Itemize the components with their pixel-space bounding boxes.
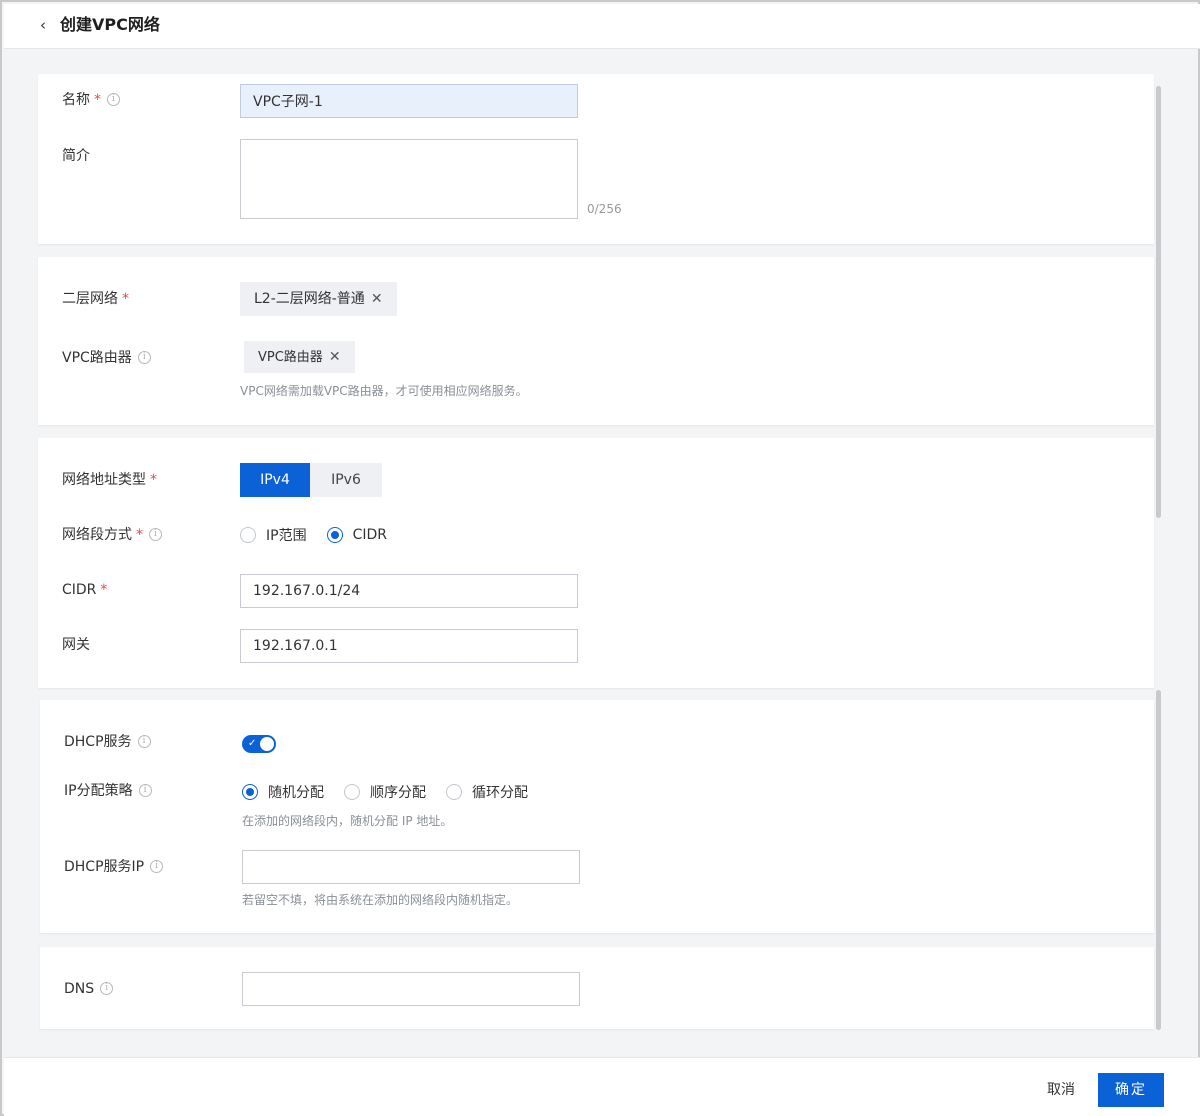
footer-bar: 取消 确定 [4,1057,1200,1116]
strategy-round-robin[interactable]: 循环分配 [446,782,528,802]
vpc-router-label: VPC路由器 i [62,348,151,368]
chevron-left-icon[interactable]: ‹ [40,16,54,34]
info-icon[interactable]: i [138,783,152,797]
check-icon: ✓ [248,738,257,749]
toggle-knob [260,737,274,751]
radio-button[interactable] [344,784,360,800]
strategy-random[interactable]: 随机分配 [242,782,324,802]
method-ip-range[interactable]: IP范围 [240,525,307,545]
dns-card: DNS i [40,947,1154,1029]
confirm-button[interactable]: 确定 [1098,1073,1164,1107]
dns-label: DNS i [64,979,114,999]
address-type-label: 网络地址类型 * [62,472,157,488]
radio-button[interactable] [326,527,343,543]
radio-button[interactable] [446,784,462,800]
close-icon[interactable]: ✕ [371,291,383,307]
info-icon[interactable]: i [100,981,114,995]
l2-network-tag[interactable]: L2-二层网络-普通 ✕ [240,282,397,316]
intro-label: 简介 [62,148,90,164]
cidr-label: CIDR * [62,582,108,598]
required-marker: * [136,527,143,543]
gateway-label: 网关 [62,637,90,653]
cidr-input[interactable] [240,574,578,608]
address-card: 网络地址类型 * IPv4 IPv6 网络段方式 * i IP范围 CIDR CIDR… [38,438,1154,688]
radio-button[interactable] [242,784,258,800]
segment-method-label: 网络段方式 * i [62,525,162,545]
info-icon[interactable]: i [137,350,151,364]
vpc-router-tag[interactable]: VPC路由器 ✕ [244,341,355,373]
ipv6-option[interactable]: IPv6 [310,463,382,497]
ip-strategy-hint: 在添加的网络段内，随机分配 IP 地址。 [242,814,453,828]
ip-strategy-group: 随机分配 顺序分配 循环分配 [242,782,548,802]
dhcp-ip-label: DHCP服务IP i [64,857,164,877]
page-header: ‹ 创建VPC网络 [4,4,1200,49]
required-marker: * [150,472,157,488]
required-marker: * [122,291,129,307]
dhcp-card: DHCP服务 i ✓ IP分配策略 i 随机分配 顺序分配 循环分配 在添加的网络段… [40,700,1154,933]
dns-input[interactable] [242,972,580,1006]
network-card: 二层网络 * L2-二层网络-普通 ✕ VPC路由器 i VPC路由器 ✕ VPC网络需… [38,257,1154,425]
method-cidr[interactable]: CIDR [326,527,387,543]
info-icon[interactable]: i [150,859,164,873]
strategy-sequential[interactable]: 顺序分配 [344,782,426,802]
gateway-input[interactable] [240,629,578,663]
segment-method-group: IP范围 CIDR [240,525,407,545]
info-icon[interactable]: i [137,734,151,748]
required-marker: * [94,92,101,108]
l2-network-tag-label: L2-二层网络-普通 [254,291,365,307]
intro-textarea[interactable] [240,139,578,219]
name-label: 名称 * i [62,90,120,110]
dhcp-ip-hint: 若留空不填，将由系统在添加的网络段内随机指定。 [242,893,519,907]
basic-info-card: 名称*i 简介 0/256 [38,74,1154,244]
radio-button[interactable] [240,527,256,543]
name-input[interactable] [240,84,578,118]
vpc-router-tag-label: VPC路由器 [258,350,323,365]
vpc-router-hint: VPC网络需加载VPC路由器，才可使用相应网络服务。 [240,384,528,398]
info-icon[interactable]: i [149,527,162,541]
scrollbar-thumb[interactable] [1156,86,1161,518]
ipv4-option[interactable]: IPv4 [240,463,310,497]
intro-char-counter: 0/256 [587,202,622,216]
close-icon[interactable]: ✕ [329,349,341,365]
page-title: 创建VPC网络 [60,15,160,34]
dhcp-service-label: DHCP服务 i [64,732,151,752]
l2-network-label: 二层网络 * [62,291,129,307]
info-icon[interactable]: i [107,92,120,106]
ip-strategy-label: IP分配策略 i [64,781,152,801]
dhcp-toggle[interactable]: ✓ [242,735,276,753]
dialog-frame: ‹ 创建VPC网络 名称*i 简介 0/256 二层网络* L2-二层网络-普通… [0,0,1200,1116]
dhcp-ip-input[interactable] [242,850,580,884]
required-marker: * [100,582,108,598]
cancel-button[interactable]: 取消 [1034,1073,1088,1107]
scrollbar-thumb-lower[interactable] [1156,690,1161,1030]
